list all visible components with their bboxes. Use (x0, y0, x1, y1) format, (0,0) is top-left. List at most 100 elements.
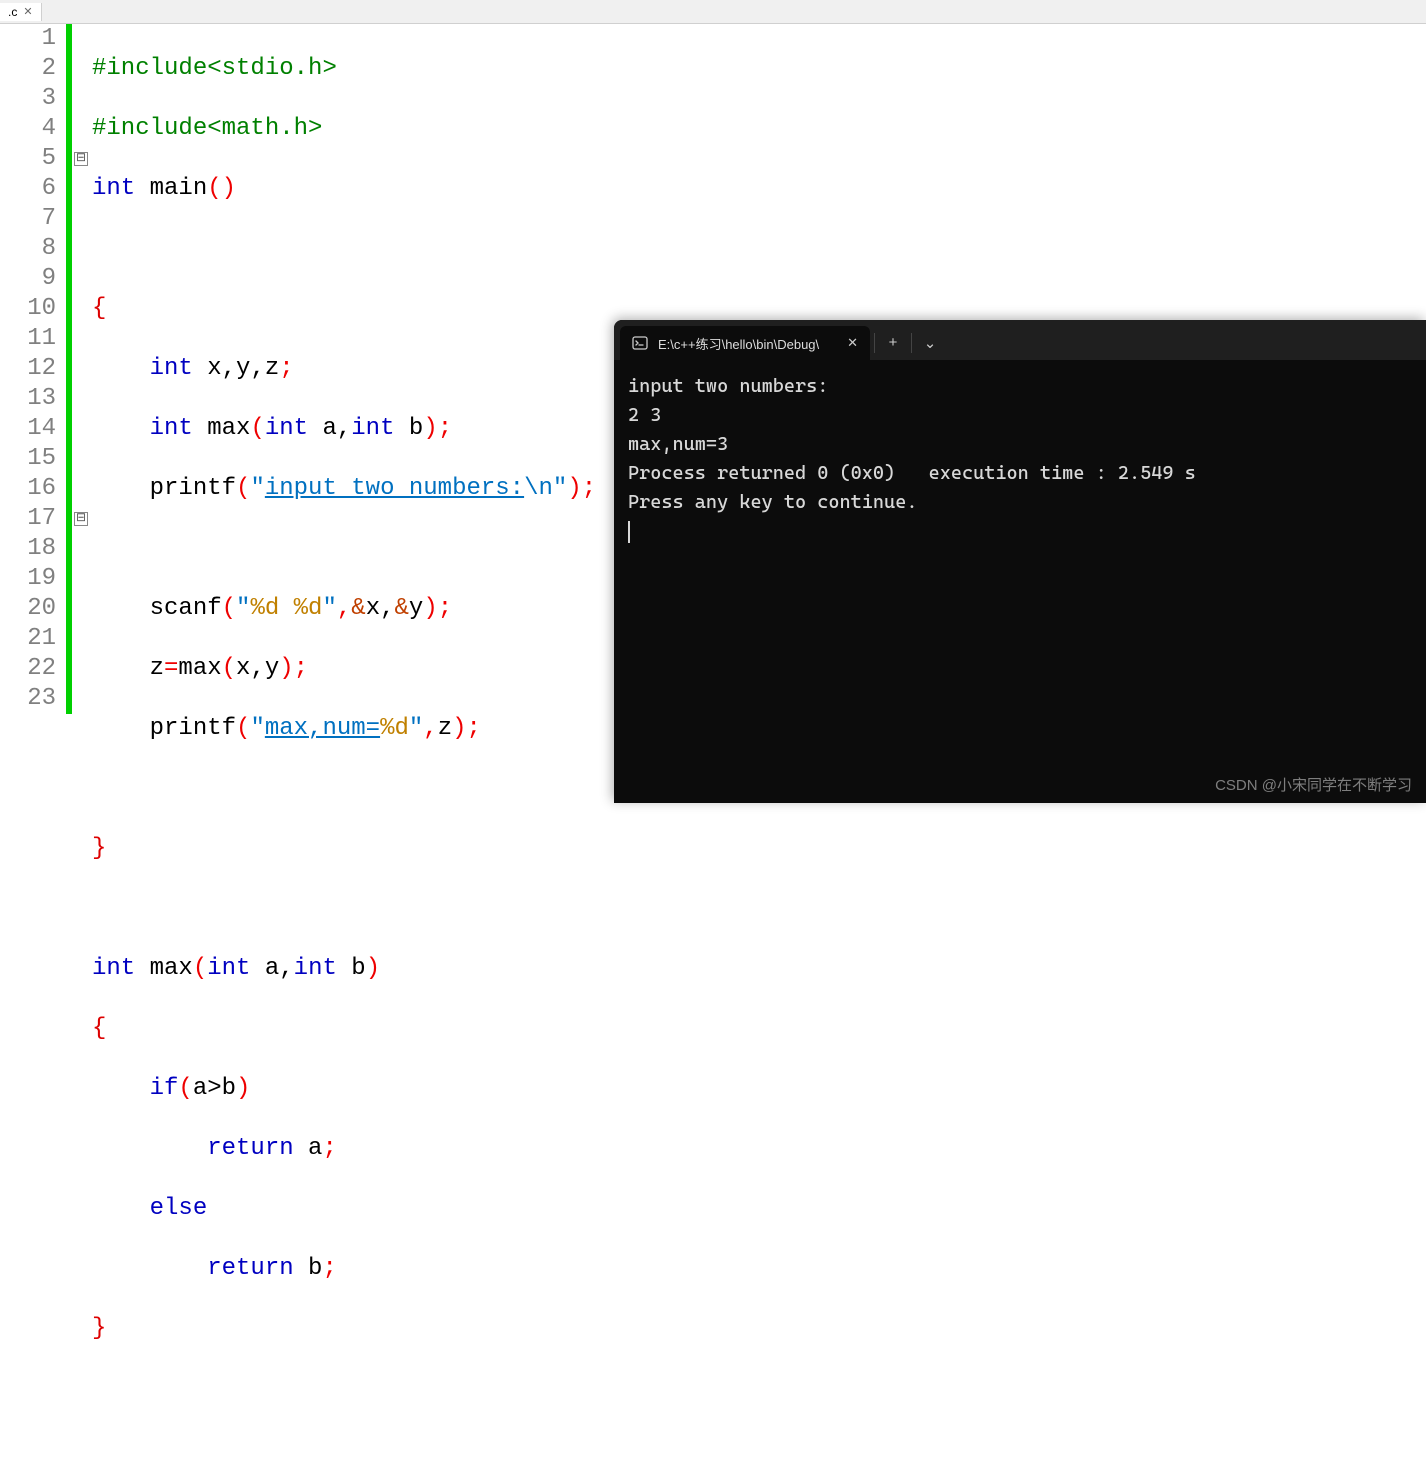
code-token: " (322, 595, 336, 622)
code-token: scanf (150, 595, 222, 622)
code-token: printf (150, 715, 236, 742)
code-token: ; (582, 475, 596, 502)
line-number: 4 (0, 114, 56, 144)
terminal-line: Press any key to continue. (628, 491, 917, 513)
code-token: , (423, 715, 437, 742)
line-number: 6 (0, 174, 56, 204)
line-number: 16 (0, 474, 56, 504)
code-token: } (92, 1315, 106, 1342)
tab-dropdown-button[interactable]: ⌄ (912, 326, 948, 360)
terminal-tab-actions: + ⌄ (874, 326, 948, 360)
code-token: int (294, 955, 337, 982)
code-token: y (409, 595, 423, 622)
code-token: b (395, 415, 424, 442)
code-token: ) (423, 415, 437, 442)
line-number: 20 (0, 594, 56, 624)
code-token: ; (322, 1255, 336, 1282)
line-number: 12 (0, 354, 56, 384)
code-token: x,y (236, 655, 279, 682)
terminal-line: input two numbers: (628, 375, 828, 397)
line-number: 19 (0, 564, 56, 594)
line-number: 7 (0, 204, 56, 234)
code-token: int (92, 955, 135, 982)
terminal-line: Process returned 0 (0x0) execution time … (628, 462, 1196, 484)
terminal-window: E:\c++练习\hello\bin\Debug\ ✕ + ⌄ input tw… (614, 320, 1426, 803)
code-token: int (265, 415, 308, 442)
code-token: max (135, 955, 193, 982)
code-token: ( (250, 415, 264, 442)
code-token: ( (222, 655, 236, 682)
code-token: a (294, 1135, 323, 1162)
code-token: max,num= (265, 715, 380, 742)
code-token: int (150, 415, 193, 442)
code-token: ; (279, 355, 293, 382)
code-token: ) (452, 715, 466, 742)
terminal-cursor (628, 521, 630, 543)
line-number: 8 (0, 234, 56, 264)
line-number: 23 (0, 684, 56, 714)
code-token: \n (524, 475, 553, 502)
code-token: ) (423, 595, 437, 622)
code-token: x, (366, 595, 395, 622)
code-token: z (438, 715, 452, 742)
line-number: 13 (0, 384, 56, 414)
code-token: return (207, 1135, 293, 1162)
code-token: ( (178, 1075, 192, 1102)
code-token: " (409, 715, 423, 742)
fold-toggle-icon[interactable]: ⊟ (74, 512, 88, 526)
code-token: main (135, 175, 207, 202)
code-token: #include (92, 115, 207, 142)
change-marker-bar (66, 24, 72, 714)
code-token: ( (193, 955, 207, 982)
code-token: = (164, 655, 178, 682)
editor-tab-bar: .c ✕ (0, 0, 1426, 24)
code-token: ) (236, 1075, 250, 1102)
new-tab-button[interactable]: + (875, 326, 911, 360)
line-number: 17 (0, 504, 56, 534)
code-token: ; (322, 1135, 336, 1162)
code-token: int (150, 355, 193, 382)
code-token: ; (438, 415, 452, 442)
code-token: ( (222, 595, 236, 622)
code-token: ) (222, 175, 236, 202)
terminal-titlebar[interactable]: E:\c++练习\hello\bin\Debug\ ✕ + ⌄ (614, 320, 1426, 360)
code-token: a, (308, 415, 351, 442)
code-token: a, (250, 955, 293, 982)
code-token: z (150, 655, 164, 682)
terminal-output[interactable]: input two numbers: 2 3 max,num=3 Process… (614, 360, 1426, 558)
fold-column: ⊟ ⊟ (74, 24, 92, 803)
code-token: int (351, 415, 394, 442)
code-token: ( (236, 475, 250, 502)
code-token: int (92, 175, 135, 202)
code-token: ) (366, 955, 380, 982)
code-token: else (150, 1195, 208, 1222)
code-token: a>b (193, 1075, 236, 1102)
code-editor[interactable]: #include<stdio.h> #include<math.h> int m… (92, 24, 596, 803)
code-token: <stdio.h> (207, 55, 337, 82)
code-token: ( (207, 175, 221, 202)
line-number: 3 (0, 84, 56, 114)
close-icon[interactable]: ✕ (23, 5, 32, 18)
line-number: 21 (0, 624, 56, 654)
terminal-tab-title: E:\c++练习\hello\bin\Debug\ (658, 334, 819, 353)
code-token: { (92, 1015, 106, 1042)
line-number: 18 (0, 534, 56, 564)
code-token (279, 595, 293, 622)
code-token: ) (567, 475, 581, 502)
code-token: ( (236, 715, 250, 742)
code-token: ; (438, 595, 452, 622)
code-token: " (250, 715, 264, 742)
code-token: %d (380, 715, 409, 742)
code-token: " (553, 475, 567, 502)
line-number: 5 (0, 144, 56, 174)
code-token: #include (92, 55, 207, 82)
code-token: <math.h> (207, 115, 322, 142)
file-tab[interactable]: .c ✕ (0, 3, 42, 21)
line-number: 22 (0, 654, 56, 684)
code-token: input two numbers: (265, 475, 524, 502)
fold-toggle-icon[interactable]: ⊟ (74, 152, 88, 166)
terminal-tab[interactable]: E:\c++练习\hello\bin\Debug\ ✕ (620, 326, 870, 360)
line-number: 1 (0, 24, 56, 54)
close-icon[interactable]: ✕ (847, 335, 858, 351)
line-number: 15 (0, 444, 56, 474)
